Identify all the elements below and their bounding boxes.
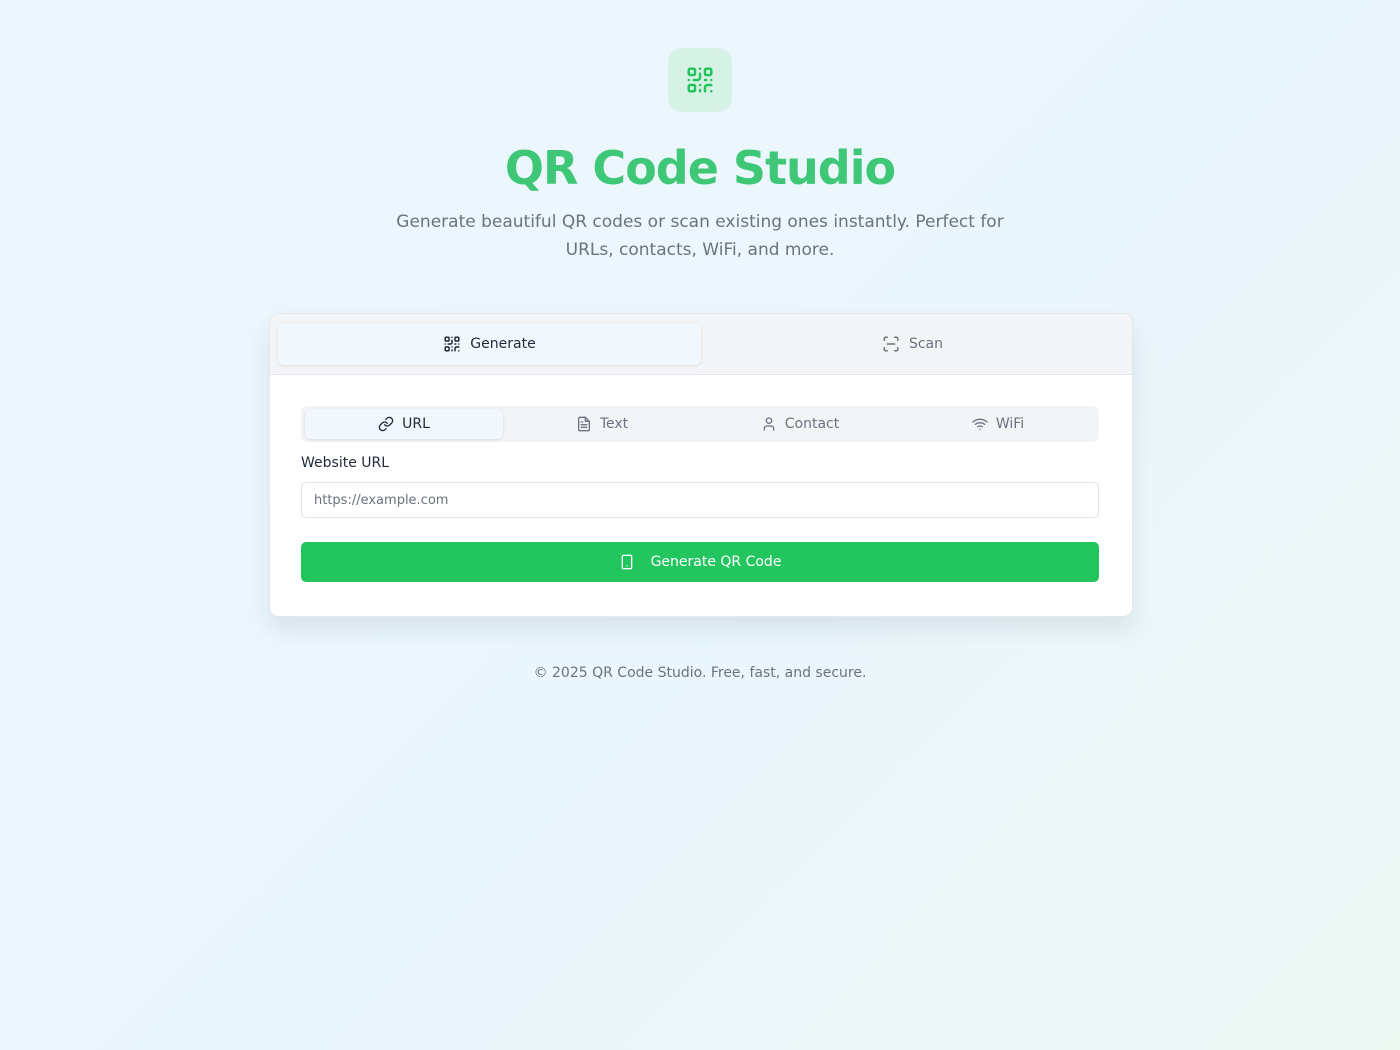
scan-icon (882, 335, 900, 353)
main-tab-bar: Generate Scan (270, 314, 1132, 375)
link-icon (378, 416, 394, 432)
tab-scan-label: Scan (908, 336, 944, 352)
wifi-icon (972, 416, 988, 432)
file-text-icon (576, 416, 592, 432)
user-icon (761, 416, 777, 432)
qr-code-icon (443, 335, 461, 353)
type-tab-bar: URL Text Contact WiFi (301, 406, 1099, 442)
qr-card: Generate Scan URL Text Contact WiFi Webs… (269, 313, 1133, 617)
tab-contact[interactable]: Contact (701, 409, 899, 439)
qr-code-icon (685, 65, 715, 95)
hero-logo (668, 48, 732, 112)
generate-qr-button[interactable]: Generate QR Code (301, 542, 1099, 582)
generate-qr-button-label: Generate QR Code (650, 554, 782, 570)
tab-generate-label: Generate (470, 336, 536, 352)
smartphone-icon (619, 554, 635, 570)
tab-wifi-label: WiFi (995, 416, 1025, 432)
tab-text[interactable]: Text (503, 409, 701, 439)
tab-wifi[interactable]: WiFi (899, 409, 1097, 439)
page-title: QR Code Studio (504, 141, 896, 195)
website-url-label: Website URL (301, 455, 390, 471)
tab-contact-label: Contact (784, 416, 840, 432)
website-url-input[interactable] (301, 482, 1099, 518)
tab-url[interactable]: URL (305, 409, 503, 439)
tab-generate[interactable]: Generate (278, 323, 701, 365)
tab-scan[interactable]: Scan (701, 323, 1124, 365)
footer-text: © 2025 QR Code Studio. Free, fast, and s… (533, 665, 867, 681)
page-subtitle: Generate beautiful QR codes or scan exis… (396, 212, 1004, 260)
tab-url-label: URL (402, 416, 430, 432)
tab-text-label: Text (599, 416, 629, 432)
